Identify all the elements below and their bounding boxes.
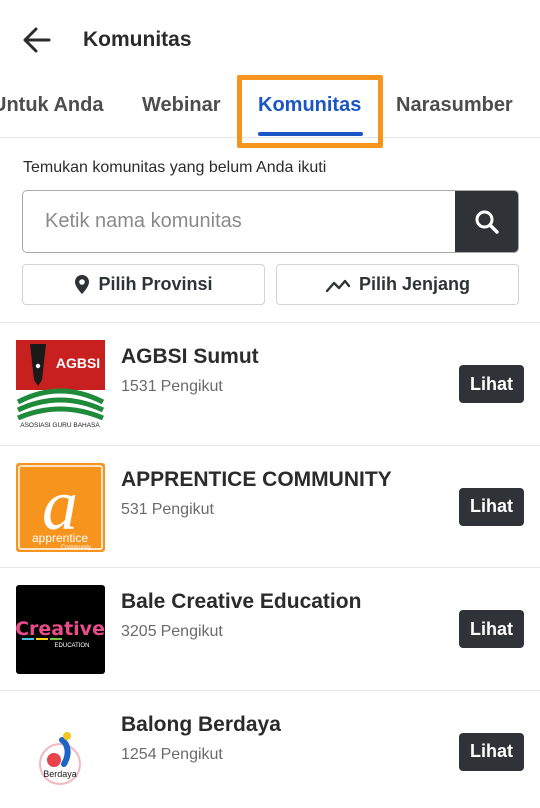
arrow-left-icon bbox=[23, 27, 51, 53]
svg-text:AGBSI: AGBSI bbox=[56, 355, 100, 371]
tab-untuk-anda[interactable]: Untuk Anda bbox=[0, 94, 103, 117]
search-box bbox=[22, 190, 519, 253]
community-name: Balong Berdaya bbox=[121, 712, 281, 736]
level-filter-button[interactable]: Pilih Jenjang bbox=[276, 264, 519, 305]
svg-text:Creative: Creative bbox=[16, 618, 105, 640]
community-item[interactable]: a apprentice Community APPRENTICE COMMUN… bbox=[0, 444, 540, 568]
tab-webinar[interactable]: Webinar bbox=[142, 94, 221, 117]
community-item[interactable]: Berdaya Balong Berdaya 1254 Pengikut Liha… bbox=[0, 689, 540, 808]
svg-text:Community: Community bbox=[61, 545, 91, 551]
community-name: Bale Creative Education bbox=[121, 590, 362, 613]
community-followers: 1254 Pengikut bbox=[121, 745, 223, 763]
svg-text:Berdaya: Berdaya bbox=[43, 769, 77, 779]
view-community-button[interactable]: Lihat bbox=[459, 732, 524, 771]
level-filter-label: Pilih Jenjang bbox=[358, 274, 471, 294]
map-pin-icon bbox=[75, 275, 90, 294]
community-item[interactable]: AGBSI ASOSIASI GURU BAHASA AGBSI Sumut 1… bbox=[0, 322, 540, 445]
app-bar: Komunitas bbox=[0, 0, 540, 80]
community-followers: 1531 Pengikut bbox=[121, 378, 223, 395]
tab-komunitas[interactable]: Komunitas bbox=[258, 94, 361, 117]
search-hint: Temukan komunitas yang belum Anda ikuti bbox=[23, 159, 327, 176]
community-logo-bale-creative: Creative EDUCATION bbox=[16, 585, 105, 674]
community-followers: 3205 Pengikut bbox=[121, 623, 223, 640]
active-tab-indicator bbox=[258, 132, 363, 136]
svg-text:apprentice: apprentice bbox=[32, 531, 88, 545]
view-community-button[interactable]: Lihat bbox=[459, 487, 524, 526]
page-title: Komunitas bbox=[83, 28, 192, 51]
tab-bar: Untuk Anda Webinar Komunitas Narasumber bbox=[0, 80, 540, 138]
search-icon bbox=[475, 210, 499, 234]
trend-line-icon bbox=[325, 279, 351, 292]
community-logo-balong-berdaya: Berdaya bbox=[16, 707, 105, 797]
community-name: APPRENTICE COMMUNITY bbox=[121, 467, 392, 491]
svg-text:ASOSIASI GURU BAHASA: ASOSIASI GURU BAHASA bbox=[20, 422, 100, 429]
province-filter-label: Pilih Provinsi bbox=[98, 274, 213, 294]
province-filter-button[interactable]: Pilih Provinsi bbox=[22, 264, 265, 305]
view-community-button[interactable]: Lihat bbox=[459, 365, 524, 403]
community-item[interactable]: Creative EDUCATION Bale Creative Educati… bbox=[0, 567, 540, 690]
community-name: AGBSI Sumut bbox=[121, 345, 259, 368]
search-button[interactable] bbox=[455, 191, 518, 252]
community-logo-agbsi: AGBSI ASOSIASI GURU BAHASA bbox=[16, 340, 105, 429]
search-input[interactable] bbox=[23, 191, 455, 252]
tab-narasumber[interactable]: Narasumber bbox=[396, 94, 513, 117]
svg-text:EDUCATION: EDUCATION bbox=[55, 643, 90, 649]
back-button[interactable] bbox=[22, 27, 52, 53]
community-logo-apprentice: a apprentice Community bbox=[16, 462, 105, 552]
community-followers: 531 Pengikut bbox=[121, 500, 214, 518]
community-list: AGBSI ASOSIASI GURU BAHASA AGBSI Sumut 1… bbox=[0, 322, 540, 808]
view-community-button[interactable]: Lihat bbox=[459, 610, 524, 648]
